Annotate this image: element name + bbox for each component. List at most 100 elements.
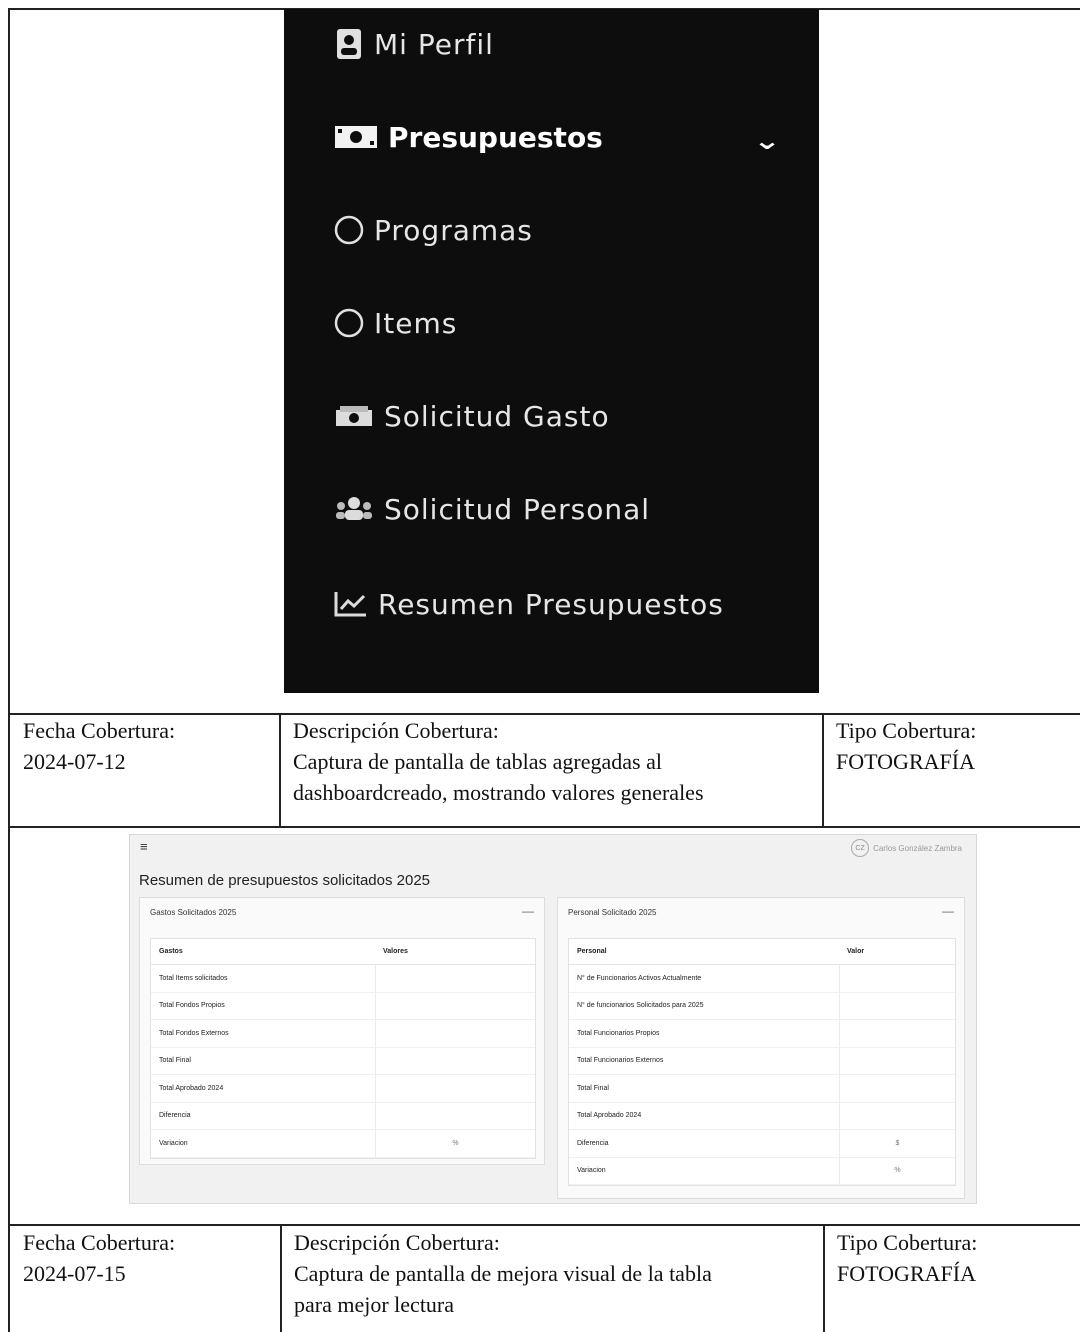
fecha-cobertura-1: Fecha Cobertura: 2024-07-12 xyxy=(23,715,175,777)
tipo-cobertura-1: Tipo Cobertura: FOTOGRAFÍA xyxy=(836,715,976,777)
line-chart-icon xyxy=(334,589,368,619)
table-row: Total Final xyxy=(151,1047,535,1075)
fecha-label: Fecha Cobertura: xyxy=(23,1230,176,1255)
row-value: % xyxy=(375,1130,535,1157)
collapse-button[interactable]: — xyxy=(942,904,954,918)
row-label: Total Funcionarios Externos xyxy=(577,1057,664,1065)
fecha-value: 2024-07-15 xyxy=(23,1261,126,1286)
tipo-cobertura-2: Tipo Cobertura: FOTOGRAFÍA xyxy=(837,1227,977,1289)
circle-outline-icon xyxy=(334,215,364,245)
sidebar-item-presupuestos[interactable]: Presupuestos xyxy=(334,112,603,162)
user-name: Carlos González Zambra xyxy=(873,843,962,853)
descripcion-cobertura-2: Descripción Cobertura: Captura de pantal… xyxy=(294,1227,712,1320)
personal-table: Personal Valor N° de Funcionarios Activo… xyxy=(568,938,956,1186)
row-value xyxy=(839,1020,955,1047)
table-row: Total Aprobado 2024 xyxy=(569,1102,955,1130)
row-label: Total Fondos Externos xyxy=(159,1029,229,1037)
money-bill-icon xyxy=(334,122,378,152)
row-value: % xyxy=(839,1157,955,1184)
table-row: Total Items solicitados xyxy=(151,965,535,993)
row-label: N° de Funcionarios Activos Actualmente xyxy=(577,974,702,982)
table-row: Total Fondos Externos xyxy=(151,1020,535,1048)
card-title: Gastos Solicitados 2025 xyxy=(150,908,237,917)
table-header: Personal Valor xyxy=(569,939,955,965)
sidebar-item-label: Solicitud Personal xyxy=(384,492,651,526)
sidebar-item-programas[interactable]: Programas xyxy=(334,205,533,255)
column-header: Personal xyxy=(577,948,607,955)
table-row: Total Funcionarios Propios xyxy=(569,1020,955,1048)
frame-left-border xyxy=(8,8,10,1332)
chevron-down-icon[interactable]: ⌄ xyxy=(753,127,781,155)
descripcion-label: Descripción Cobertura: xyxy=(294,1230,500,1255)
tipo-value: FOTOGRAFÍA xyxy=(836,749,975,774)
dashboard-topbar: ≡ CZ Carlos González Zambra xyxy=(130,835,976,859)
row-value: $ xyxy=(839,1130,955,1157)
table-row: Variacion% xyxy=(569,1157,955,1185)
table-row: Total Final xyxy=(569,1075,955,1103)
row-value xyxy=(375,965,535,992)
circle-outline-icon xyxy=(334,308,364,338)
descripcion-line: Captura de pantalla de mejora visual de … xyxy=(294,1261,712,1286)
table-header: Gastos Valores xyxy=(151,939,535,965)
table-row: Total Funcionarios Externos xyxy=(569,1047,955,1075)
users-icon xyxy=(334,494,374,524)
money-stack-icon xyxy=(334,401,374,431)
user-menu[interactable]: CZ Carlos González Zambra xyxy=(851,839,962,857)
menu-icon[interactable]: ≡ xyxy=(140,839,148,854)
row-divider-3 xyxy=(8,1224,1080,1226)
descripcion-line: para mejor lectura xyxy=(294,1292,455,1317)
sidebar-item-solicitud-personal[interactable]: Solicitud Personal xyxy=(334,484,650,534)
sidebar-item-label: Items xyxy=(374,306,458,340)
row-value xyxy=(375,1020,535,1047)
column-header: Valor xyxy=(847,948,865,955)
descripcion-line: Captura de pantalla de tablas agregadas … xyxy=(293,749,662,774)
row-label: Diferencia xyxy=(159,1112,191,1120)
page-title: Resumen de presupuestos solicitados 2025 xyxy=(139,872,431,889)
row-value xyxy=(839,1102,955,1129)
sidebar-item-label: Presupuestos xyxy=(388,120,603,154)
table-row: Diferencia $ xyxy=(569,1130,955,1158)
row-value xyxy=(375,1047,535,1074)
row-value xyxy=(375,992,535,1019)
sidebar-menu-screenshot: Mi Perfil Presupuestos ⌄ Programas Items… xyxy=(284,9,819,693)
table-row: Total Fondos Propios xyxy=(151,992,535,1020)
tipo-label: Tipo Cobertura: xyxy=(837,1230,978,1255)
table-row: N° de Funcionarios Activos Actualmente xyxy=(569,965,955,993)
row-label: Total Final xyxy=(577,1084,609,1092)
collapse-button[interactable]: — xyxy=(522,904,534,918)
sidebar-item-items[interactable]: Items xyxy=(334,298,457,348)
avatar: CZ xyxy=(851,839,870,857)
personal-card: Personal Solicitado 2025 — Personal Valo… xyxy=(557,897,965,1199)
card-title: Personal Solicitado 2025 xyxy=(568,908,657,917)
row-label: Total Funcionarios Propios xyxy=(577,1029,660,1037)
table-row: Total Aprobado 2024 xyxy=(151,1075,535,1103)
table-row: Variacion% xyxy=(151,1130,535,1158)
tipo-label: Tipo Cobertura: xyxy=(836,718,977,743)
descripcion-line: dashboardcreado, mostrando valores gener… xyxy=(293,780,704,805)
row-value xyxy=(375,1102,535,1129)
fecha-label: Fecha Cobertura: xyxy=(23,718,176,743)
row-label: Total Items solicitados xyxy=(159,974,228,982)
sidebar-item-label: Solicitud Gasto xyxy=(384,399,610,433)
row-value xyxy=(839,1075,955,1102)
row-label: Total Aprobado 2024 xyxy=(159,1084,224,1092)
row-value xyxy=(839,992,955,1019)
column-header: Gastos xyxy=(159,948,183,955)
sidebar-item-mi-perfil[interactable]: Mi Perfil xyxy=(334,19,494,69)
row-label: Variacion xyxy=(159,1139,188,1147)
col-divider-b2 xyxy=(823,1224,825,1332)
gastos-card: Gastos Solicitados 2025 — Gastos Valores… xyxy=(139,897,545,1165)
fecha-cobertura-2: Fecha Cobertura: 2024-07-15 xyxy=(23,1227,175,1289)
descripcion-cobertura-1: Descripción Cobertura: Captura de pantal… xyxy=(293,715,704,808)
col-divider-a2 xyxy=(280,1224,282,1332)
col-divider-a1 xyxy=(279,713,281,828)
gastos-table: Gastos Valores Total Items solicitados T… xyxy=(150,938,536,1159)
sidebar-item-solicitud-gasto[interactable]: Solicitud Gasto xyxy=(334,391,610,441)
sidebar-item-resumen-presupuestos[interactable]: Resumen Presupuestos xyxy=(334,579,724,629)
row-label: Total Fondos Propios xyxy=(159,1002,225,1010)
row-label: Variacion xyxy=(577,1167,606,1175)
row-label: Diferencia xyxy=(577,1139,609,1147)
row-divider-2 xyxy=(8,826,1080,828)
row-label: Total Aprobado 2024 xyxy=(577,1112,642,1120)
row-value xyxy=(375,1075,535,1102)
